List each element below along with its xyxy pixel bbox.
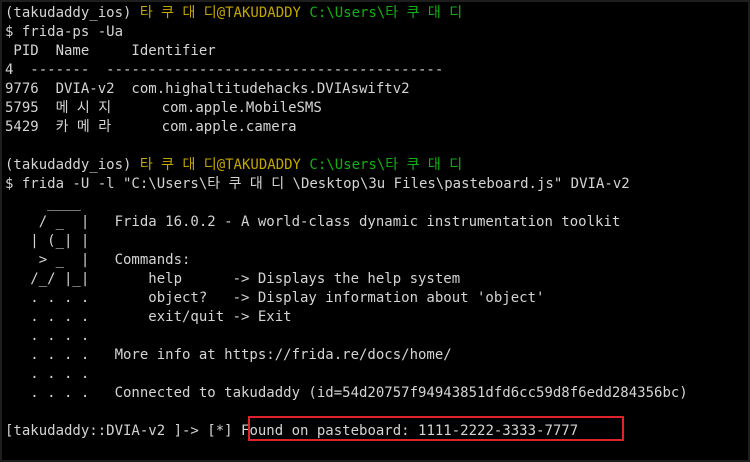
- prompt-user: 타 쿠 대 디: [139, 5, 217, 21]
- prompt-user: 타 쿠 대 디: [139, 157, 217, 173]
- banner-line: . . . . exit/quit -> Exit: [5, 309, 292, 325]
- ps-row: 9776 DVIA-v2 com.highaltitudehacks.DVIAs…: [5, 81, 410, 97]
- banner-line: | (_| |: [5, 233, 90, 249]
- banner-line: / _ | Frida 16.0.2 - A world-class dynam…: [5, 214, 621, 230]
- ps-separator: 4 ------- ------------------------------…: [5, 62, 444, 78]
- terminal-window[interactable]: (takudaddy_ios) 타 쿠 대 디@TAKUDADDY C:\Use…: [0, 0, 750, 462]
- banner-line: ____: [5, 195, 81, 211]
- ps-row: 5795 메 시 지 com.apple.MobileSMS: [5, 100, 322, 116]
- banner-line: . . . . Connected to takudaddy (id=54d20…: [5, 385, 688, 401]
- prompt-path: C:\Users\타 쿠 대 디: [309, 157, 463, 173]
- prompt-path: C:\Users\타 쿠 대 디: [309, 5, 463, 21]
- prompt-line-1: (takudaddy_ios) 타 쿠 대 디@TAKUDADDY C:\Use…: [5, 4, 462, 23]
- ps-row: 5429 카 메 라 com.apple.camera: [5, 119, 297, 135]
- prompt-env: (takudaddy_ios): [5, 5, 132, 21]
- prompt-host: @TAKUDADDY: [216, 157, 301, 173]
- prompt-line-2: (takudaddy_ios) 타 쿠 대 디@TAKUDADDY C:\Use…: [5, 156, 462, 175]
- banner-line: . . . . More info at https://frida.re/do…: [5, 347, 452, 363]
- highlight-box: [248, 416, 624, 441]
- banner-line: . . . .: [5, 328, 90, 344]
- banner-line: . . . .: [5, 366, 90, 382]
- command-line-1: $ frida-ps -Ua: [5, 24, 124, 40]
- command-line-2: $ frida -U -l "C:\Users\타 쿠 대 디 \Desktop…: [5, 176, 630, 192]
- repl-prompt: [takudaddy::DVIA-v2 ]-> [*]: [5, 423, 242, 439]
- banner-line: . . . . object? -> Display information a…: [5, 290, 545, 306]
- prompt-host: @TAKUDADDY: [216, 5, 301, 21]
- banner-line: > _ | Commands:: [5, 252, 191, 268]
- banner-line: /_/ |_| help -> Displays the help system: [5, 271, 461, 287]
- ps-header: PID Name Identifier: [5, 43, 216, 59]
- prompt-env: (takudaddy_ios): [5, 157, 132, 173]
